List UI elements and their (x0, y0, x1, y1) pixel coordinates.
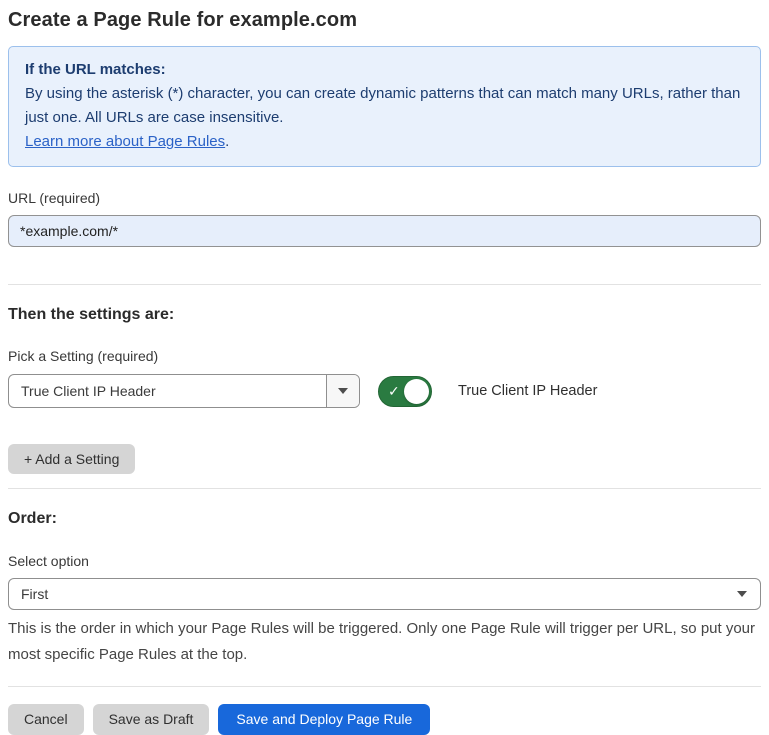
setting-select[interactable]: True Client IP Header (8, 374, 360, 408)
checkmark-icon: ✓ (388, 384, 400, 398)
setting-select-value: True Client IP Header (9, 383, 326, 399)
section-divider (8, 488, 761, 489)
page-title: Create a Page Rule for example.com (8, 6, 761, 32)
cancel-button[interactable]: Cancel (8, 704, 84, 735)
url-field-label: URL (required) (8, 190, 761, 206)
page-rule-form: Create a Page Rule for example.com If th… (0, 6, 769, 735)
learn-more-link[interactable]: Learn more about Page Rules (25, 133, 225, 150)
info-box-link-line: Learn more about Page Rules. (25, 130, 744, 154)
save-deploy-button[interactable]: Save and Deploy Page Rule (218, 704, 430, 735)
order-help-text: This is the order in which your Page Rul… (8, 616, 761, 668)
toggle-knob (404, 379, 429, 404)
footer-buttons: Cancel Save as Draft Save and Deploy Pag… (8, 704, 761, 735)
footer-divider (8, 686, 761, 687)
true-client-ip-toggle[interactable]: ✓ (378, 376, 432, 407)
dropdown-arrow-icon (338, 388, 348, 394)
url-input[interactable] (8, 215, 761, 247)
url-match-info-box: If the URL matches: By using the asteris… (8, 46, 761, 167)
add-setting-button[interactable]: + Add a Setting (8, 444, 135, 474)
setting-row: True Client IP Header ✓ True Client IP H… (8, 374, 761, 408)
dropdown-arrow-icon (737, 591, 747, 597)
setting-toggle-wrap: ✓ True Client IP Header (378, 376, 597, 407)
order-select[interactable]: First (8, 578, 761, 610)
info-box-heading: If the URL matches: (25, 58, 744, 82)
pick-setting-label: Pick a Setting (required) (8, 348, 761, 364)
info-box-body: By using the asterisk (*) character, you… (25, 82, 744, 130)
order-select-label: Select option (8, 553, 761, 569)
order-select-value: First (9, 586, 60, 602)
order-section-heading: Order: (8, 510, 761, 528)
section-divider (8, 284, 761, 285)
toggle-label: True Client IP Header (458, 383, 597, 399)
settings-section-heading: Then the settings are: (8, 306, 761, 324)
save-draft-button[interactable]: Save as Draft (93, 704, 210, 735)
setting-select-arrow-button[interactable] (326, 375, 359, 407)
link-suffix: . (225, 133, 229, 150)
